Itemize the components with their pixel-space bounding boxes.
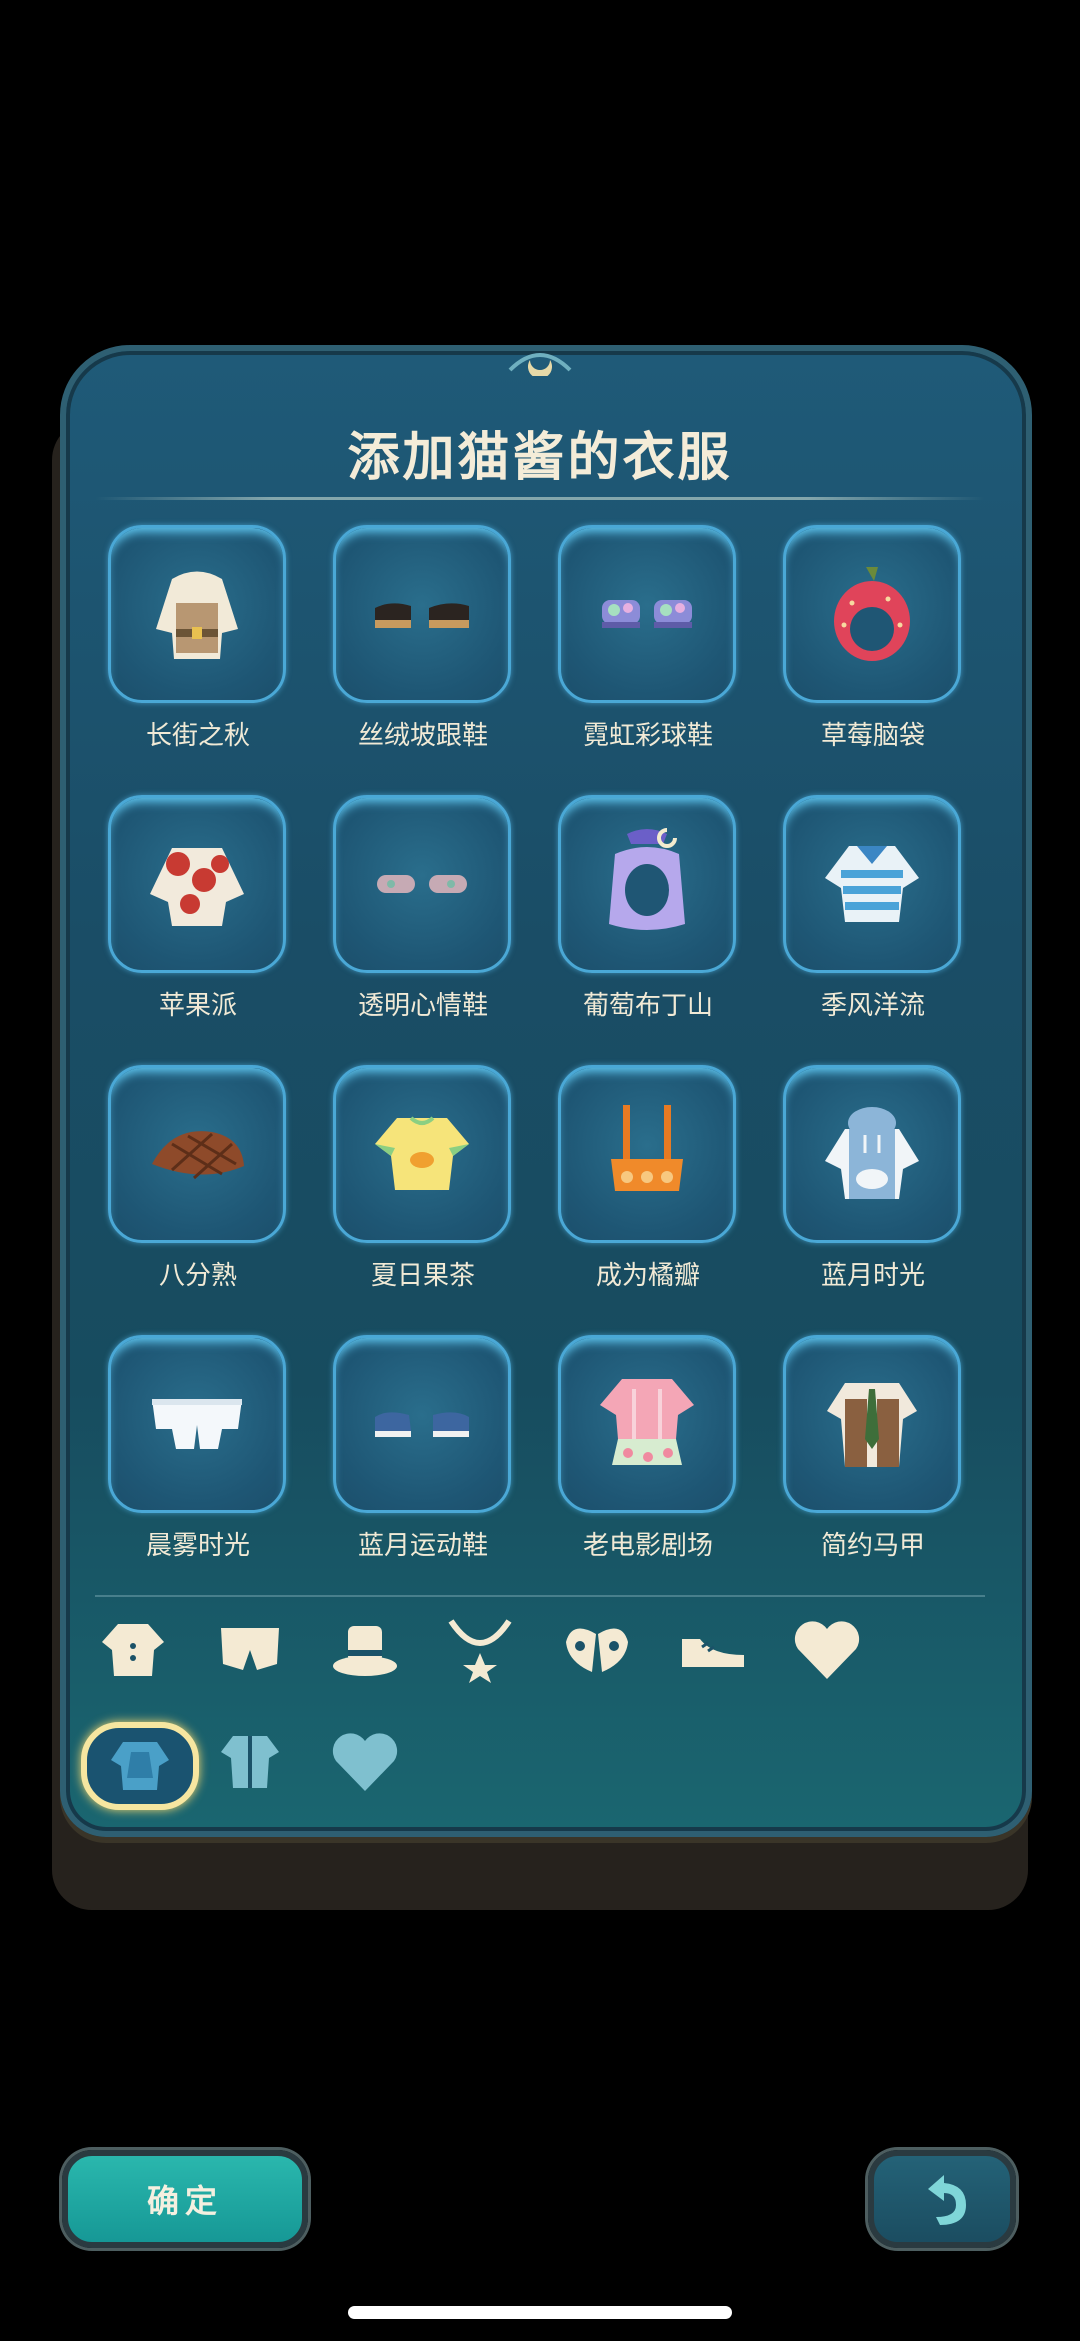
page-title: 添加猫酱的衣服 <box>347 428 733 488</box>
item-label: 八分熟 <box>158 1261 237 1291</box>
steak-hat-icon <box>108 1065 286 1243</box>
clothing-item[interactable]: 晨雾时光 <box>108 1335 288 1562</box>
striped-sailor-shirt-icon <box>783 795 961 973</box>
item-label: 丝绒坡跟鞋 <box>357 721 488 751</box>
item-label: 长街之秋 <box>145 721 250 751</box>
clothing-item[interactable]: 季风洋流 <box>783 795 963 1022</box>
clothing-item[interactable]: 蓝月时光 <box>783 1065 963 1292</box>
item-label: 夏日果茶 <box>370 1261 475 1291</box>
shirt-icon[interactable] <box>98 1615 168 1685</box>
necklace-icon[interactable] <box>445 1615 515 1685</box>
category-divider <box>95 1595 985 1597</box>
trench-coat-icon <box>108 525 286 703</box>
apple-pie-jacket-icon <box>108 795 286 973</box>
item-label: 透明心情鞋 <box>357 991 488 1021</box>
white-shorts-icon <box>108 1335 286 1513</box>
item-label: 蓝月时光 <box>820 1261 925 1291</box>
undo-arrow-icon <box>928 2175 966 2225</box>
clothing-item[interactable]: 霓虹彩球鞋 <box>558 525 738 752</box>
suit-icon[interactable] <box>210 1722 290 1802</box>
clear-shoes-icon <box>333 795 511 973</box>
clothing-item[interactable]: 老电影剧场 <box>558 1335 738 1562</box>
clothing-item[interactable]: 简约马甲 <box>783 1335 963 1562</box>
yellow-tshirt-icon <box>333 1065 511 1243</box>
clothing-item[interactable]: 长街之秋 <box>108 525 288 752</box>
heart-icon[interactable] <box>792 1615 862 1685</box>
neon-sneakers-icon <box>558 525 736 703</box>
hat-icon[interactable] <box>330 1615 400 1685</box>
item-label: 蓝月运动鞋 <box>357 1531 488 1561</box>
item-label: 草莓脑袋 <box>820 721 925 751</box>
wings-icon[interactable] <box>562 1615 632 1685</box>
orange-overalls-icon <box>558 1065 736 1243</box>
strawberry-hat-icon <box>783 525 961 703</box>
pink-dress-icon <box>558 1335 736 1513</box>
item-label: 老电影剧场 <box>582 1531 713 1561</box>
confirm-button[interactable]: 确定 <box>62 2150 308 2248</box>
clothing-item[interactable]: 苹果派 <box>108 795 288 1022</box>
blue-sneakers-icon <box>333 1335 511 1513</box>
item-label: 葡萄布丁山 <box>582 991 713 1021</box>
grape-pudding-hat-icon <box>558 795 736 973</box>
home-indicator[interactable] <box>348 2306 732 2319</box>
heeled-shoes-icon <box>333 525 511 703</box>
vest-tie-icon <box>783 1335 961 1513</box>
heart-icon[interactable] <box>325 1722 405 1802</box>
clothing-item[interactable]: 八分熟 <box>108 1065 288 1292</box>
item-label: 成为橘瓣 <box>595 1261 700 1291</box>
title-divider <box>95 497 985 500</box>
clothing-item[interactable]: 草莓脑袋 <box>783 525 963 752</box>
item-label: 霓虹彩球鞋 <box>582 721 713 751</box>
clothing-item[interactable]: 蓝月运动鞋 <box>333 1335 513 1562</box>
clothing-item[interactable]: 透明心情鞋 <box>333 795 513 1022</box>
item-label: 晨雾时光 <box>145 1531 250 1561</box>
clothing-item[interactable]: 丝绒坡跟鞋 <box>333 525 513 752</box>
shorts-icon[interactable] <box>215 1615 285 1685</box>
moon-ornament-icon <box>508 353 572 376</box>
tops-icon[interactable] <box>81 1722 199 1810</box>
item-label: 简约马甲 <box>820 1531 925 1561</box>
item-label: 苹果派 <box>158 991 237 1021</box>
shoe-icon[interactable] <box>678 1615 748 1685</box>
item-label: 季风洋流 <box>820 991 925 1021</box>
clothing-item[interactable]: 夏日果茶 <box>333 1065 513 1292</box>
clothing-item[interactable]: 葡萄布丁山 <box>558 795 738 1022</box>
blue-hoodie-icon <box>783 1065 961 1243</box>
clothing-item[interactable]: 成为橘瓣 <box>558 1065 738 1292</box>
back-button[interactable] <box>868 2150 1016 2248</box>
